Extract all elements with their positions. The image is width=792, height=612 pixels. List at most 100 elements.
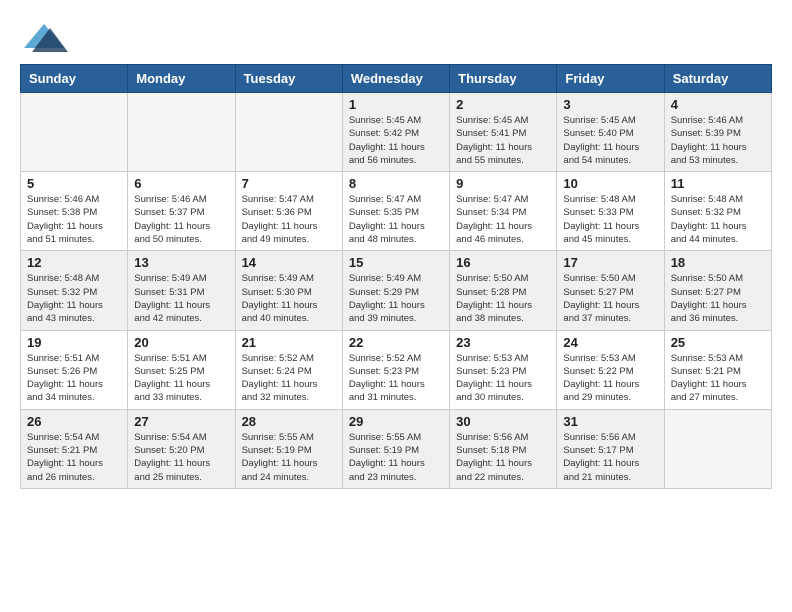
weekday-header-wednesday: Wednesday: [342, 65, 449, 93]
day-number: 15: [349, 255, 443, 270]
day-number: 2: [456, 97, 550, 112]
weekday-header-tuesday: Tuesday: [235, 65, 342, 93]
calendar-cell: 24 Sunrise: 5:53 AMSunset: 5:22 PMDayligh…: [557, 330, 664, 409]
day-detail: Sunrise: 5:51 AMSunset: 5:26 PMDaylight:…: [27, 352, 121, 405]
day-detail: Sunrise: 5:47 AMSunset: 5:36 PMDaylight:…: [242, 193, 336, 246]
logo-icon: [20, 20, 68, 56]
calendar-cell: 18Sunrise: 5:50 AMSunset: 5:27 PMDayligh…: [664, 251, 771, 330]
day-number: 27: [134, 414, 228, 429]
calendar-cell: 13Sunrise: 5:49 AMSunset: 5:31 PMDayligh…: [128, 251, 235, 330]
day-number: 7: [242, 176, 336, 191]
day-detail: Sunrise: 5:53 AMSunset: 5:22 PMDaylight:…: [563, 352, 657, 405]
calendar-cell: 15 Sunrise: 5:49 AMSunset: 5:29 PMDayligh…: [342, 251, 449, 330]
week-row-2: 12Sunrise: 5:48 AMSunset: 5:32 PMDayligh…: [21, 251, 772, 330]
day-number: 1: [349, 97, 443, 112]
calendar-cell: 2 Sunrise: 5:45 AMSunset: 5:41 PMDaylight…: [450, 93, 557, 172]
calendar-cell: [235, 93, 342, 172]
calendar-table: SundayMondayTuesdayWednesdayThursdayFrid…: [20, 64, 772, 489]
day-number: 19: [27, 335, 121, 350]
day-detail: Sunrise: 5:45 AMSunset: 5:41 PMDaylight:…: [456, 114, 550, 167]
day-number: 20: [134, 335, 228, 350]
calendar-cell: 28 Sunrise: 5:55 AMSunset: 5:19 PMDayligh…: [235, 409, 342, 488]
calendar-cell: [128, 93, 235, 172]
weekday-header-row: SundayMondayTuesdayWednesdayThursdayFrid…: [21, 65, 772, 93]
day-detail: Sunrise: 5:49 AMSunset: 5:29 PMDaylight:…: [349, 272, 443, 325]
calendar-cell: [664, 409, 771, 488]
calendar-cell: 7 Sunrise: 5:47 AMSunset: 5:36 PMDaylight…: [235, 172, 342, 251]
calendar-cell: 31 Sunrise: 5:56 AMSunset: 5:17 PMDayligh…: [557, 409, 664, 488]
calendar-cell: 29Sunrise: 5:55 AMSunset: 5:19 PMDayligh…: [342, 409, 449, 488]
day-detail: Sunrise: 5:45 AMSunset: 5:40 PMDaylight:…: [563, 114, 657, 167]
day-detail: Sunrise: 5:46 AMSunset: 5:39 PMDaylight:…: [671, 114, 765, 167]
week-row-1: 5Sunrise: 5:46 AMSunset: 5:38 PMDaylight…: [21, 172, 772, 251]
calendar-cell: 16Sunrise: 5:50 AMSunset: 5:28 PMDayligh…: [450, 251, 557, 330]
day-detail: Sunrise: 5:50 AMSunset: 5:27 PMDaylight:…: [563, 272, 657, 325]
day-number: 3: [563, 97, 657, 112]
calendar-cell: 12Sunrise: 5:48 AMSunset: 5:32 PMDayligh…: [21, 251, 128, 330]
day-number: 23: [456, 335, 550, 350]
day-number: 24: [563, 335, 657, 350]
day-number: 9: [456, 176, 550, 191]
calendar-cell: 23Sunrise: 5:53 AMSunset: 5:23 PMDayligh…: [450, 330, 557, 409]
calendar-cell: 10 Sunrise: 5:48 AMSunset: 5:33 PMDayligh…: [557, 172, 664, 251]
day-detail: Sunrise: 5:53 AMSunset: 5:21 PMDaylight:…: [671, 352, 765, 405]
day-number: 26: [27, 414, 121, 429]
calendar-cell: 22 Sunrise: 5:52 AMSunset: 5:23 PMDayligh…: [342, 330, 449, 409]
weekday-header-saturday: Saturday: [664, 65, 771, 93]
day-number: 21: [242, 335, 336, 350]
day-detail: Sunrise: 5:47 AMSunset: 5:35 PMDaylight:…: [349, 193, 443, 246]
calendar-cell: 20 Sunrise: 5:51 AMSunset: 5:25 PMDayligh…: [128, 330, 235, 409]
calendar-cell: 6 Sunrise: 5:46 AMSunset: 5:37 PMDaylight…: [128, 172, 235, 251]
day-number: 18: [671, 255, 765, 270]
day-number: 28: [242, 414, 336, 429]
calendar-cell: 17 Sunrise: 5:50 AMSunset: 5:27 PMDayligh…: [557, 251, 664, 330]
day-detail: Sunrise: 5:54 AMSunset: 5:20 PMDaylight:…: [134, 431, 228, 484]
weekday-header-sunday: Sunday: [21, 65, 128, 93]
calendar-cell: 30 Sunrise: 5:56 AMSunset: 5:18 PMDayligh…: [450, 409, 557, 488]
day-number: 25: [671, 335, 765, 350]
calendar-cell: 19 Sunrise: 5:51 AMSunset: 5:26 PMDayligh…: [21, 330, 128, 409]
day-number: 29: [349, 414, 443, 429]
day-detail: Sunrise: 5:52 AMSunset: 5:23 PMDaylight:…: [349, 352, 443, 405]
calendar-cell: 25 Sunrise: 5:53 AMSunset: 5:21 PMDayligh…: [664, 330, 771, 409]
day-number: 8: [349, 176, 443, 191]
day-detail: Sunrise: 5:48 AMSunset: 5:32 PMDaylight:…: [671, 193, 765, 246]
page-container: SundayMondayTuesdayWednesdayThursdayFrid…: [20, 20, 772, 489]
day-detail: Sunrise: 5:56 AMSunset: 5:17 PMDaylight:…: [563, 431, 657, 484]
day-detail: Sunrise: 5:56 AMSunset: 5:18 PMDaylight:…: [456, 431, 550, 484]
day-number: 10: [563, 176, 657, 191]
calendar-cell: 1 Sunrise: 5:45 AMSunset: 5:42 PMDaylight…: [342, 93, 449, 172]
day-detail: Sunrise: 5:48 AMSunset: 5:33 PMDaylight:…: [563, 193, 657, 246]
weekday-header-thursday: Thursday: [450, 65, 557, 93]
week-row-0: 1 Sunrise: 5:45 AMSunset: 5:42 PMDaylight…: [21, 93, 772, 172]
logo: [20, 20, 72, 56]
week-row-4: 26Sunrise: 5:54 AMSunset: 5:21 PMDayligh…: [21, 409, 772, 488]
day-number: 11: [671, 176, 765, 191]
day-detail: Sunrise: 5:49 AMSunset: 5:31 PMDaylight:…: [134, 272, 228, 325]
day-detail: Sunrise: 5:51 AMSunset: 5:25 PMDaylight:…: [134, 352, 228, 405]
week-row-3: 19 Sunrise: 5:51 AMSunset: 5:26 PMDayligh…: [21, 330, 772, 409]
day-number: 12: [27, 255, 121, 270]
day-detail: Sunrise: 5:46 AMSunset: 5:37 PMDaylight:…: [134, 193, 228, 246]
day-detail: Sunrise: 5:55 AMSunset: 5:19 PMDaylight:…: [242, 431, 336, 484]
day-detail: Sunrise: 5:52 AMSunset: 5:24 PMDaylight:…: [242, 352, 336, 405]
weekday-header-monday: Monday: [128, 65, 235, 93]
calendar-cell: 8 Sunrise: 5:47 AMSunset: 5:35 PMDaylight…: [342, 172, 449, 251]
day-number: 4: [671, 97, 765, 112]
calendar-cell: 3 Sunrise: 5:45 AMSunset: 5:40 PMDaylight…: [557, 93, 664, 172]
day-number: 31: [563, 414, 657, 429]
day-number: 30: [456, 414, 550, 429]
day-detail: Sunrise: 5:46 AMSunset: 5:38 PMDaylight:…: [27, 193, 121, 246]
calendar-cell: 4 Sunrise: 5:46 AMSunset: 5:39 PMDaylight…: [664, 93, 771, 172]
calendar-cell: 11 Sunrise: 5:48 AMSunset: 5:32 PMDayligh…: [664, 172, 771, 251]
day-detail: Sunrise: 5:47 AMSunset: 5:34 PMDaylight:…: [456, 193, 550, 246]
calendar-cell: 14Sunrise: 5:49 AMSunset: 5:30 PMDayligh…: [235, 251, 342, 330]
calendar-cell: 9 Sunrise: 5:47 AMSunset: 5:34 PMDaylight…: [450, 172, 557, 251]
calendar-cell: 21 Sunrise: 5:52 AMSunset: 5:24 PMDayligh…: [235, 330, 342, 409]
calendar-cell: [21, 93, 128, 172]
day-number: 22: [349, 335, 443, 350]
day-number: 17: [563, 255, 657, 270]
day-number: 6: [134, 176, 228, 191]
calendar-cell: 27 Sunrise: 5:54 AMSunset: 5:20 PMDayligh…: [128, 409, 235, 488]
day-detail: Sunrise: 5:45 AMSunset: 5:42 PMDaylight:…: [349, 114, 443, 167]
